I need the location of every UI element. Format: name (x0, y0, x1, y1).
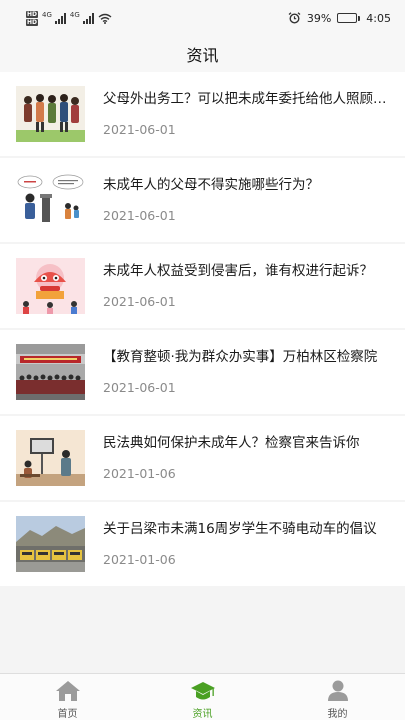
status-bar: HD HD 4G 4G 39% 4:05 (0, 0, 405, 36)
network2-label: 4G (69, 10, 80, 19)
news-date: 2021-01-06 (103, 466, 176, 481)
news-title: 未成年人权益受到侵害后，谁有权进行起诉？ (103, 263, 373, 279)
wifi-icon (98, 13, 112, 24)
status-left: HD HD 4G 4G (26, 10, 112, 26)
battery-icon (337, 13, 361, 23)
news-date: 2021-06-01 (103, 208, 176, 223)
bottom-tab-bar: 首页 资讯 我的 (0, 673, 405, 720)
news-item[interactable]: 未成年人的父母不得实施哪些行为？ 2021-06-01 (0, 158, 405, 242)
news-text: 未成年人权益受到侵害后，谁有权进行起诉？ 2021-06-01 (103, 262, 391, 310)
news-title: 【教育整顿·我为群众办实事】万柏林区检察院 (103, 349, 378, 365)
news-date: 2021-06-01 (103, 380, 176, 395)
news-item[interactable]: 父母外出务工？可以把未成年委托给他人照顾吗？ 2021-06-01 (0, 72, 405, 156)
network1-label: 4G (42, 10, 52, 19)
page-title: 资讯 (186, 46, 219, 65)
news-thumbnail (16, 344, 85, 400)
signal-icon-2 (82, 12, 94, 24)
news-date: 2021-01-06 (103, 552, 176, 567)
news-title: 民法典如何保护未成年人？检察官来告诉你 (103, 435, 360, 451)
sim-icons: HD HD (26, 10, 39, 26)
news-title: 未成年人的父母不得实施哪些行为？ (103, 177, 319, 193)
news-item[interactable]: 民法典如何保护未成年人？检察官来告诉你 2021-01-06 (0, 416, 405, 500)
news-item[interactable]: 【教育整顿·我为群众办实事】万柏林区检察院 2021-06-01 (0, 330, 405, 414)
news-thumbnail (16, 430, 85, 486)
news-item[interactable]: 关于吕梁市未满16周岁学生不骑电动车的倡议 2021-01-06 (0, 502, 405, 586)
tab-news[interactable]: 资讯 (135, 674, 270, 720)
home-icon (55, 681, 80, 701)
tab-label: 资讯 (192, 709, 213, 720)
battery-percent: 39% (306, 11, 332, 25)
tab-label: 我的 (327, 709, 348, 720)
news-date: 2021-06-01 (103, 294, 176, 309)
news-text: 民法典如何保护未成年人？检察官来告诉你 2021-01-06 (103, 434, 391, 482)
news-item[interactable]: 未成年人权益受到侵害后，谁有权进行起诉？ 2021-06-01 (0, 244, 405, 328)
news-list: 父母外出务工？可以把未成年委托给他人照顾吗？ 2021-06-01 未成年人的父… (0, 72, 405, 588)
tab-label: 首页 (57, 709, 78, 720)
news-thumbnail (16, 172, 85, 228)
news-thumbnail (16, 258, 85, 314)
graduation-cap-icon (190, 682, 215, 700)
news-title: 关于吕梁市未满16周岁学生不骑电动车的倡议 (103, 521, 377, 537)
alarm-icon (288, 12, 301, 24)
news-title: 父母外出务工？可以把未成年委托给他人照顾吗？ (103, 91, 391, 107)
news-text: 【教育整顿·我为群众办实事】万柏林区检察院 2021-06-01 (103, 348, 391, 396)
news-date: 2021-06-01 (103, 122, 176, 137)
news-thumbnail (16, 86, 85, 142)
signal-icon (54, 12, 66, 24)
news-text: 关于吕梁市未满16周岁学生不骑电动车的倡议 2021-01-06 (103, 520, 391, 568)
sim2-badge: HD (26, 18, 39, 26)
user-icon (327, 680, 348, 701)
news-text: 父母外出务工？可以把未成年委托给他人照顾吗？ 2021-06-01 (103, 90, 391, 138)
news-text: 未成年人的父母不得实施哪些行为？ 2021-06-01 (103, 176, 391, 224)
sim1-badge: HD (26, 10, 39, 18)
tab-mine[interactable]: 我的 (270, 674, 405, 720)
tab-home[interactable]: 首页 (0, 674, 135, 720)
status-right: 39% 4:05 (288, 12, 391, 25)
page-header: 资讯 (0, 36, 405, 72)
clock: 4:05 (366, 11, 391, 25)
news-thumbnail (16, 516, 85, 572)
